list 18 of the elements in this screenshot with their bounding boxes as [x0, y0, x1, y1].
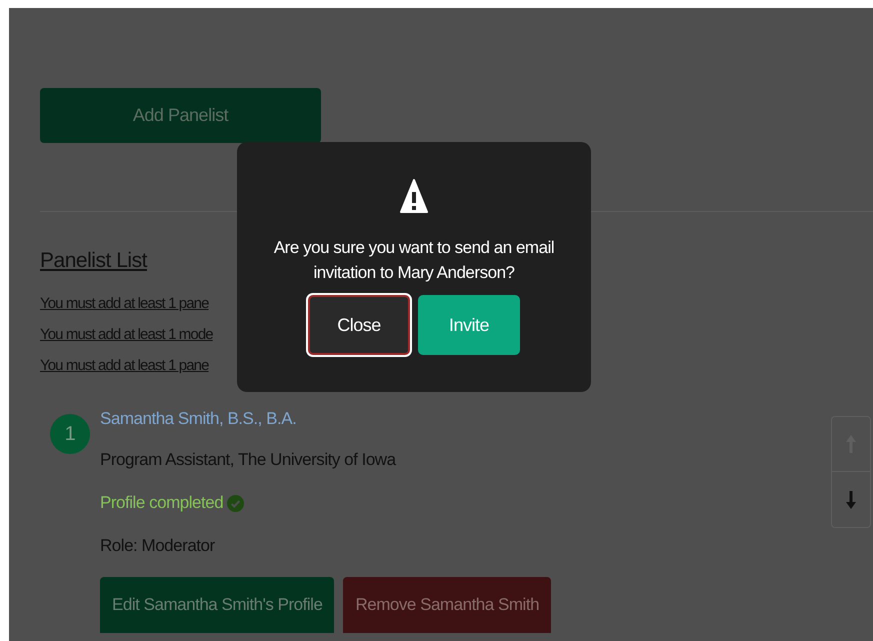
edit-profile-button[interactable]: Edit Samantha Smith's Profile: [100, 577, 334, 633]
remove-panelist-button[interactable]: Remove Samantha Smith: [343, 577, 552, 633]
down-arrow-icon: [845, 490, 857, 510]
warning-icon: [400, 178, 428, 214]
profile-status: Profile completed: [100, 492, 224, 514]
dialog-message: Are you sure you want to send an email invitation to Mary Anderson?: [272, 237, 556, 284]
panelist-role: Role: Moderator: [100, 535, 216, 557]
invite-button[interactable]: Invite: [418, 295, 520, 355]
move-down-button[interactable]: [831, 472, 871, 528]
panelist-name-link[interactable]: Samantha Smith, B.S., B.A.: [100, 406, 296, 432]
warning-link[interactable]: You must add at least 1 pane: [40, 354, 209, 378]
warning-link[interactable]: You must add at least 1 mode: [40, 323, 213, 347]
close-button[interactable]: Close: [308, 295, 410, 355]
panelist-list-heading: Panelist List: [40, 248, 147, 274]
add-panelist-button[interactable]: Add Panelist: [40, 88, 321, 143]
warning-link[interactable]: You must add at least 1 pane: [40, 292, 209, 316]
panelist-number: 1: [50, 414, 90, 454]
panelist-title: Program Assistant, The University of Iowa: [100, 449, 398, 471]
